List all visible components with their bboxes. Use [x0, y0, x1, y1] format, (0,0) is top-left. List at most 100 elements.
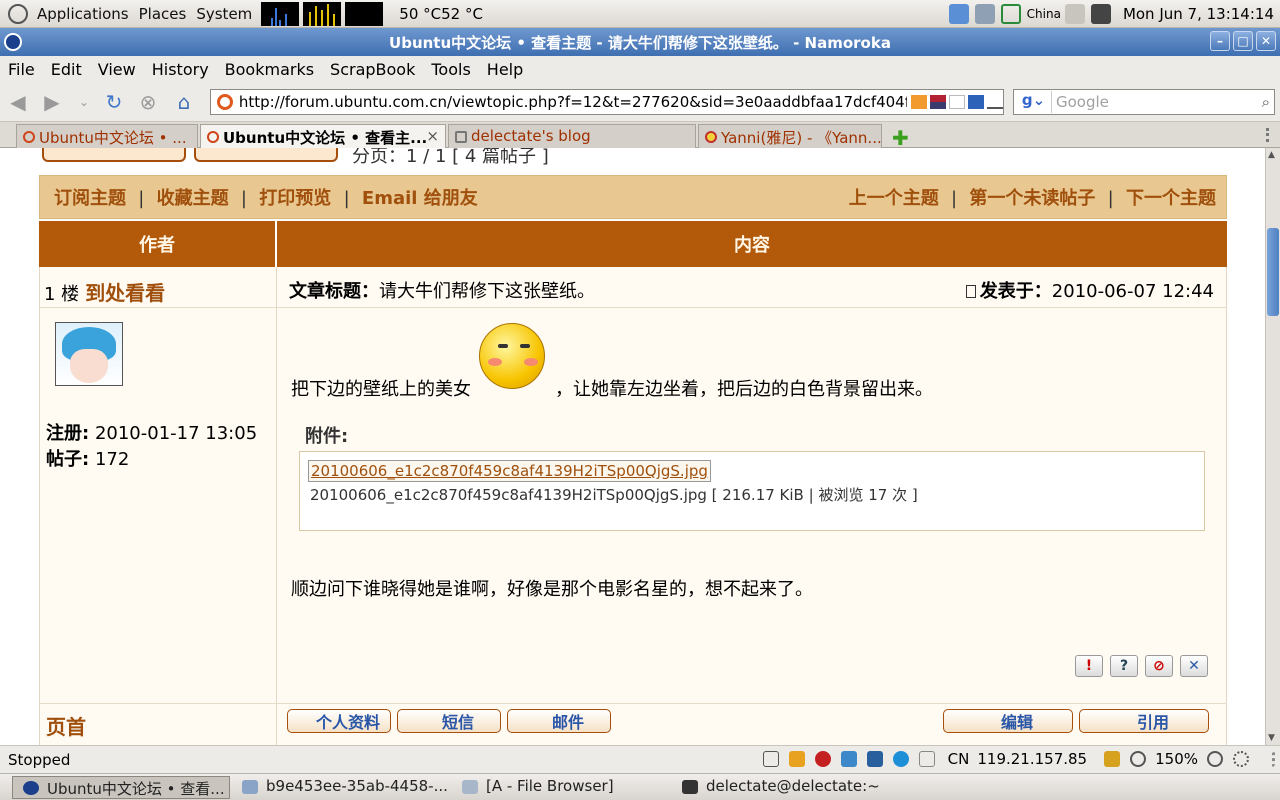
tab-delectate-blog[interactable]: delectate's blog: [448, 124, 696, 148]
email-friend-link[interactable]: Email 给朋友: [362, 188, 478, 209]
back-icon[interactable]: ◀: [6, 90, 30, 114]
translate-icon[interactable]: [918, 751, 935, 767]
email-button[interactable]: 邮件: [507, 709, 611, 733]
post-date: 发表于：2010-06-07 12:44: [965, 277, 1214, 303]
network-manager-icon[interactable]: [948, 4, 969, 24]
profile-button[interactable]: 个人资料: [287, 709, 391, 733]
menu-tools[interactable]: Tools: [423, 60, 478, 79]
content-column-header: 内容: [734, 235, 770, 256]
scroll-up-icon[interactable]: ▲: [1268, 150, 1278, 160]
rss-feed-icon[interactable]: [911, 95, 927, 109]
taskbar-firefox-window[interactable]: Ubuntu中文论坛 • 查看...: [12, 776, 230, 799]
zoom-level[interactable]: 150%: [1155, 750, 1198, 768]
minimize-button[interactable]: –: [1210, 31, 1230, 51]
memory-monitor-graph[interactable]: [303, 1, 342, 26]
workspace-switcher-icon[interactable]: [1090, 4, 1111, 24]
volume-icon[interactable]: [1064, 4, 1085, 24]
menu-bookmarks[interactable]: Bookmarks: [217, 60, 322, 79]
reply-button[interactable]: [194, 148, 338, 162]
resize-grip-icon[interactable]: [1259, 751, 1275, 767]
google-engine-icon[interactable]: g⌄: [1016, 91, 1052, 113]
taskbar-terminal[interactable]: delectate@delectate:~: [672, 776, 890, 799]
places-menu[interactable]: Places: [134, 5, 192, 23]
menu-help[interactable]: Help: [479, 60, 531, 79]
attachment-link[interactable]: 20100606_e1c2c870f459c8af4139H2iTSp00Qjg…: [308, 460, 711, 482]
history-dropdown-icon[interactable]: ⌄: [72, 90, 96, 114]
tab-label: Ubuntu中文论坛 • ...: [39, 129, 187, 147]
page-style-icon[interactable]: [762, 751, 779, 767]
tab-close-icon[interactable]: ×: [426, 127, 439, 145]
tab-list-handle-icon[interactable]: [1266, 128, 1276, 142]
zoom-in-icon[interactable]: [1207, 751, 1223, 767]
power-icon[interactable]: [974, 4, 995, 24]
stop-icon[interactable]: ⊗: [136, 90, 160, 114]
search-input[interactable]: Google: [1056, 93, 1262, 111]
window-menu-icon[interactable]: [4, 33, 22, 51]
search-icon[interactable]: ⌕: [1262, 93, 1270, 111]
reload-icon[interactable]: ↻: [102, 90, 126, 114]
greasemonkey-icon[interactable]: [788, 751, 805, 767]
author-name-link[interactable]: 到处看看: [85, 281, 165, 305]
delete-icon[interactable]: ✕: [1180, 655, 1208, 677]
forward-icon[interactable]: ▶: [40, 90, 64, 114]
home-icon[interactable]: ⌂: [172, 90, 196, 114]
settings-gear-icon[interactable]: [1233, 751, 1249, 767]
security-icon[interactable]: [1104, 751, 1121, 767]
close-window-button[interactable]: ✕: [1256, 31, 1276, 51]
clock[interactable]: Mon Jun 7, 13:14:14: [1123, 5, 1274, 23]
pm-button[interactable]: 短信: [397, 709, 501, 733]
print-view-link[interactable]: 打印预览: [259, 188, 331, 209]
back-to-top-link[interactable]: 页首: [46, 711, 86, 740]
status-icons: CN 119.21.157.85 150%: [758, 750, 1280, 768]
previous-topic-link[interactable]: 上一个主题: [849, 188, 939, 209]
applications-menu[interactable]: Applications: [32, 5, 134, 23]
tab-yanni[interactable]: Yanni(雅尼) - 《Yann...: [698, 124, 882, 148]
menu-file[interactable]: File: [0, 60, 43, 79]
window-titlebar[interactable]: Ubuntu中文论坛 • 查看主题 - 请大牛们帮修下这张壁纸。 - Namor…: [0, 28, 1280, 56]
applications-icon[interactable]: [8, 3, 28, 24]
first-unread-link[interactable]: 第一个未读帖子: [969, 188, 1095, 209]
cpu-monitor-graph[interactable]: [261, 1, 300, 26]
scroll-down-icon[interactable]: ▼: [1268, 733, 1278, 743]
bookmark-topic-link[interactable]: 收藏主题: [157, 188, 229, 209]
xmarks-icon[interactable]: [866, 751, 883, 767]
quote-button[interactable]: 引用: [1079, 709, 1209, 733]
skype-icon[interactable]: [892, 751, 909, 767]
system-menu[interactable]: System: [191, 5, 257, 23]
post-document-icon[interactable]: [965, 285, 976, 298]
url-bar[interactable]: http://forum.ubuntu.com.cn/viewtopic.php…: [210, 89, 1004, 115]
vertical-scrollbar[interactable]: ▲ ▼: [1265, 148, 1280, 745]
info-icon[interactable]: ?: [1110, 655, 1138, 677]
search-bar[interactable]: g⌄ Google ⌕: [1013, 89, 1275, 115]
zoom-out-icon[interactable]: [1130, 751, 1147, 767]
taskbar-file-browser[interactable]: [A - File Browser]: [452, 776, 670, 799]
menu-history[interactable]: History: [144, 60, 217, 79]
edit-button[interactable]: 编辑: [943, 709, 1073, 733]
next-topic-link[interactable]: 下一个主题: [1126, 188, 1216, 209]
tab-ubuntu-forum-1[interactable]: Ubuntu中文论坛 • ...: [16, 124, 198, 148]
menu-view[interactable]: View: [90, 60, 144, 79]
info-icon[interactable]: [968, 95, 984, 109]
url-text[interactable]: http://forum.ubuntu.com.cn/viewtopic.php…: [239, 93, 907, 111]
new-tab-icon[interactable]: ✚: [892, 126, 909, 150]
adblock-icon[interactable]: [814, 751, 831, 767]
network-monitor-graph[interactable]: [345, 1, 384, 26]
separator: |: [1107, 188, 1114, 209]
maximize-button[interactable]: □: [1233, 31, 1253, 51]
scrollbar-thumb[interactable]: [1267, 228, 1279, 316]
tab-ubuntu-forum-active[interactable]: Ubuntu中文论坛 • 查看主... ×: [200, 124, 446, 149]
report-icon[interactable]: !: [1075, 655, 1103, 677]
locale-indicator[interactable]: CN: [948, 750, 970, 768]
bluetooth-chain-icon[interactable]: [1000, 4, 1021, 24]
url-dropdown-icon[interactable]: [987, 95, 1003, 109]
subscribe-topic-link[interactable]: 订阅主题: [54, 188, 126, 209]
menu-scrapbook[interactable]: ScrapBook: [322, 60, 423, 79]
menu-edit[interactable]: Edit: [43, 60, 90, 79]
ip-address: 119.21.157.85: [977, 750, 1088, 768]
bookmark-star-icon[interactable]: [949, 95, 965, 109]
blog-favicon-icon: [455, 131, 467, 143]
warn-icon[interactable]: ⊘: [1145, 655, 1173, 677]
new-topic-button[interactable]: [42, 148, 186, 162]
download-helper-icon[interactable]: [840, 751, 857, 767]
taskbar-image-window[interactable]: b9e453ee-35ab-4458-...: [232, 776, 450, 799]
